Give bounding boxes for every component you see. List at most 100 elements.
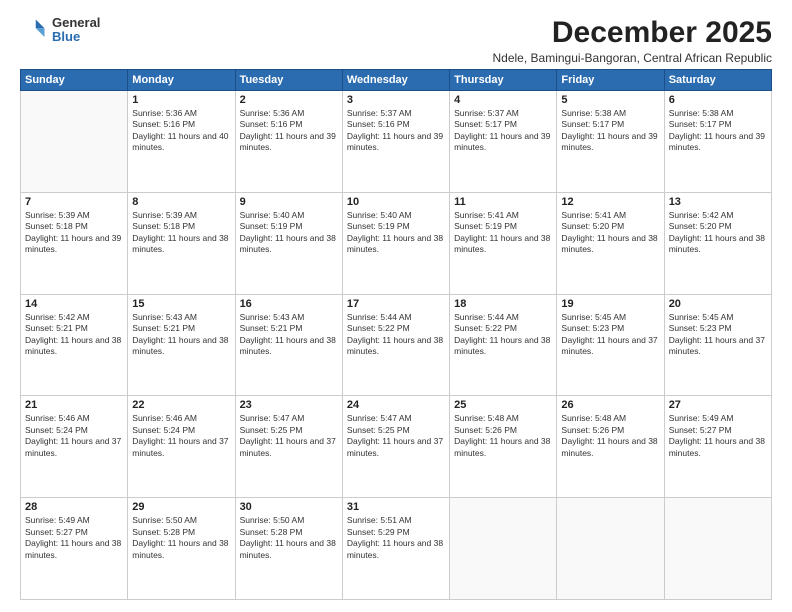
logo-blue: Blue [52, 30, 100, 44]
day-info: Sunrise: 5:44 AM Sunset: 5:22 PM Dayligh… [454, 312, 552, 358]
calendar-week-2: 14 Sunrise: 5:42 AM Sunset: 5:21 PM Dayli… [21, 294, 772, 396]
day-info: Sunrise: 5:42 AM Sunset: 5:20 PM Dayligh… [669, 210, 767, 256]
day-info: Sunrise: 5:40 AM Sunset: 5:19 PM Dayligh… [240, 210, 338, 256]
logo-general: General [52, 16, 100, 30]
day-info: Sunrise: 5:36 AM Sunset: 5:16 PM Dayligh… [132, 108, 230, 154]
day-number: 2 [240, 94, 338, 106]
calendar-header-row: Sunday Monday Tuesday Wednesday Thursday… [21, 70, 772, 91]
logo-text: General Blue [52, 16, 100, 45]
table-row: 31Sunrise: 5:51 AM Sunset: 5:29 PM Dayli… [342, 498, 449, 600]
table-row: 11Sunrise: 5:41 AM Sunset: 5:19 PM Dayli… [450, 192, 557, 294]
day-number: 26 [561, 399, 659, 411]
page: General Blue December 2025 Ndele, Baming… [0, 0, 792, 612]
table-row [450, 498, 557, 600]
col-friday: Friday [557, 70, 664, 91]
table-row: 8Sunrise: 5:39 AM Sunset: 5:18 PM Daylig… [128, 192, 235, 294]
day-info: Sunrise: 5:41 AM Sunset: 5:19 PM Dayligh… [454, 210, 552, 256]
table-row: 20 Sunrise: 5:45 AM Sunset: 5:23 PM Dayli… [664, 294, 771, 396]
day-info: Sunrise: 5:37 AM Sunset: 5:16 PM Dayligh… [347, 108, 445, 154]
table-row: 17 Sunrise: 5:44 AM Sunset: 5:22 PM Dayli… [342, 294, 449, 396]
day-number: 1 [132, 94, 230, 106]
table-row: 23Sunrise: 5:47 AM Sunset: 5:25 PM Dayli… [235, 396, 342, 498]
col-sunday: Sunday [21, 70, 128, 91]
day-info: Sunrise: 5:46 AM Sunset: 5:24 PM Dayligh… [132, 413, 230, 459]
day-info: Sunrise: 5:41 AM Sunset: 5:20 PM Dayligh… [561, 210, 659, 256]
table-row: 2 Sunrise: 5:36 AM Sunset: 5:16 PM Daylig… [235, 91, 342, 193]
table-row: 14 Sunrise: 5:42 AM Sunset: 5:21 PM Dayli… [21, 294, 128, 396]
day-info: Sunrise: 5:47 AM Sunset: 5:25 PM Dayligh… [347, 413, 445, 459]
day-number: 29 [132, 501, 230, 513]
day-info: Sunrise: 5:36 AM Sunset: 5:16 PM Dayligh… [240, 108, 338, 154]
day-number: 10 [347, 196, 445, 208]
day-info: Sunrise: 5:39 AM Sunset: 5:18 PM Dayligh… [132, 210, 230, 256]
title-block: December 2025 Ndele, Bamingui-Bangoran, … [493, 16, 773, 65]
table-row [21, 91, 128, 193]
table-row: 29Sunrise: 5:50 AM Sunset: 5:28 PM Dayli… [128, 498, 235, 600]
logo-icon [20, 16, 48, 44]
table-row [664, 498, 771, 600]
day-number: 12 [561, 196, 659, 208]
day-info: Sunrise: 5:43 AM Sunset: 5:21 PM Dayligh… [132, 312, 230, 358]
table-row: 6 Sunrise: 5:38 AM Sunset: 5:17 PM Daylig… [664, 91, 771, 193]
table-row: 4 Sunrise: 5:37 AM Sunset: 5:17 PM Daylig… [450, 91, 557, 193]
day-number: 25 [454, 399, 552, 411]
day-info: Sunrise: 5:44 AM Sunset: 5:22 PM Dayligh… [347, 312, 445, 358]
day-number: 3 [347, 94, 445, 106]
table-row: 22 Sunrise: 5:46 AM Sunset: 5:24 PM Dayli… [128, 396, 235, 498]
day-info: Sunrise: 5:40 AM Sunset: 5:19 PM Dayligh… [347, 210, 445, 256]
table-row: 30 Sunrise: 5:50 AM Sunset: 5:28 PM Dayli… [235, 498, 342, 600]
day-info: Sunrise: 5:38 AM Sunset: 5:17 PM Dayligh… [561, 108, 659, 154]
day-info: Sunrise: 5:45 AM Sunset: 5:23 PM Dayligh… [561, 312, 659, 358]
day-number: 14 [25, 298, 123, 310]
calendar-table: Sunday Monday Tuesday Wednesday Thursday… [20, 69, 772, 600]
table-row: 28 Sunrise: 5:49 AM Sunset: 5:27 PM Dayli… [21, 498, 128, 600]
table-row: 7Sunrise: 5:39 AM Sunset: 5:18 PM Daylig… [21, 192, 128, 294]
day-info: Sunrise: 5:45 AM Sunset: 5:23 PM Dayligh… [669, 312, 767, 358]
day-number: 18 [454, 298, 552, 310]
day-info: Sunrise: 5:39 AM Sunset: 5:18 PM Dayligh… [25, 210, 123, 256]
day-number: 9 [240, 196, 338, 208]
day-number: 16 [240, 298, 338, 310]
table-row: 19Sunrise: 5:45 AM Sunset: 5:23 PM Dayli… [557, 294, 664, 396]
day-info: Sunrise: 5:48 AM Sunset: 5:26 PM Dayligh… [561, 413, 659, 459]
col-tuesday: Tuesday [235, 70, 342, 91]
table-row: 10 Sunrise: 5:40 AM Sunset: 5:19 PM Dayli… [342, 192, 449, 294]
table-row: 24 Sunrise: 5:47 AM Sunset: 5:25 PM Dayli… [342, 396, 449, 498]
day-number: 30 [240, 501, 338, 513]
day-info: Sunrise: 5:48 AM Sunset: 5:26 PM Dayligh… [454, 413, 552, 459]
day-info: Sunrise: 5:49 AM Sunset: 5:27 PM Dayligh… [669, 413, 767, 459]
table-row: 13 Sunrise: 5:42 AM Sunset: 5:20 PM Dayli… [664, 192, 771, 294]
day-info: Sunrise: 5:37 AM Sunset: 5:17 PM Dayligh… [454, 108, 552, 154]
calendar-week-4: 28 Sunrise: 5:49 AM Sunset: 5:27 PM Dayli… [21, 498, 772, 600]
day-number: 28 [25, 501, 123, 513]
day-info: Sunrise: 5:43 AM Sunset: 5:21 PM Dayligh… [240, 312, 338, 358]
day-info: Sunrise: 5:38 AM Sunset: 5:17 PM Dayligh… [669, 108, 767, 154]
day-number: 6 [669, 94, 767, 106]
table-row: 26 Sunrise: 5:48 AM Sunset: 5:26 PM Dayli… [557, 396, 664, 498]
day-number: 27 [669, 399, 767, 411]
day-number: 21 [25, 399, 123, 411]
day-number: 24 [347, 399, 445, 411]
table-row: 9 Sunrise: 5:40 AM Sunset: 5:19 PM Daylig… [235, 192, 342, 294]
col-saturday: Saturday [664, 70, 771, 91]
day-info: Sunrise: 5:50 AM Sunset: 5:28 PM Dayligh… [240, 515, 338, 561]
table-row: 21 Sunrise: 5:46 AM Sunset: 5:24 PM Dayli… [21, 396, 128, 498]
month-title: December 2025 [493, 16, 773, 49]
day-info: Sunrise: 5:46 AM Sunset: 5:24 PM Dayligh… [25, 413, 123, 459]
day-number: 22 [132, 399, 230, 411]
table-row: 3 Sunrise: 5:37 AM Sunset: 5:16 PM Daylig… [342, 91, 449, 193]
day-number: 15 [132, 298, 230, 310]
day-info: Sunrise: 5:42 AM Sunset: 5:21 PM Dayligh… [25, 312, 123, 358]
table-row: 12 Sunrise: 5:41 AM Sunset: 5:20 PM Dayli… [557, 192, 664, 294]
table-row: 5Sunrise: 5:38 AM Sunset: 5:17 PM Daylig… [557, 91, 664, 193]
day-number: 4 [454, 94, 552, 106]
header: General Blue December 2025 Ndele, Baming… [20, 16, 772, 65]
col-monday: Monday [128, 70, 235, 91]
day-number: 20 [669, 298, 767, 310]
table-row: 1 Sunrise: 5:36 AM Sunset: 5:16 PM Daylig… [128, 91, 235, 193]
day-info: Sunrise: 5:51 AM Sunset: 5:29 PM Dayligh… [347, 515, 445, 561]
table-row: 18 Sunrise: 5:44 AM Sunset: 5:22 PM Dayli… [450, 294, 557, 396]
day-number: 13 [669, 196, 767, 208]
day-info: Sunrise: 5:49 AM Sunset: 5:27 PM Dayligh… [25, 515, 123, 561]
day-number: 17 [347, 298, 445, 310]
